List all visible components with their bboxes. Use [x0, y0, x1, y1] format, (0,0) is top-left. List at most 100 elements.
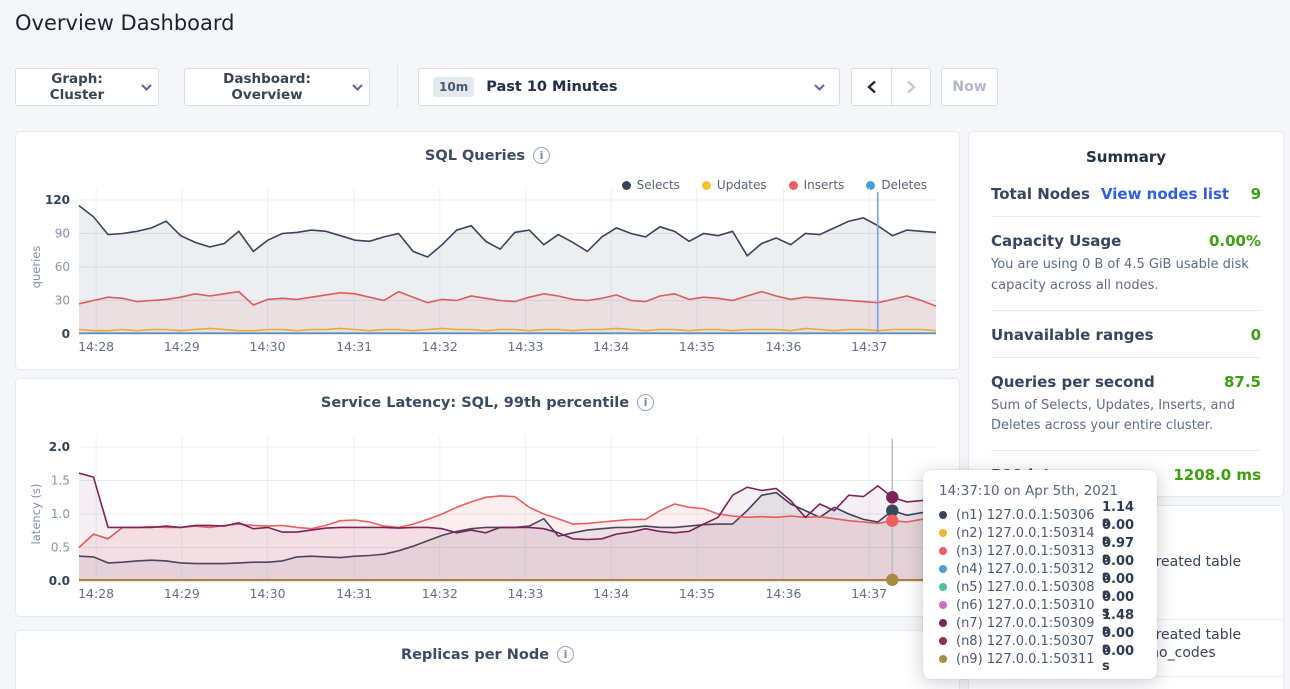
crosshair-dot-(n3) 127.0.0.1:50313	[886, 515, 898, 527]
y-tick-label: 30	[55, 294, 70, 308]
toolbar-divider	[397, 64, 398, 109]
time-range-label: Past 10 Minutes	[486, 79, 617, 95]
tooltip-node-address: (n1) 127.0.0.1:50306	[956, 508, 1102, 523]
x-tick-label: 14:36	[765, 339, 801, 354]
chevron-down-icon	[814, 84, 825, 91]
overview-dashboard-page: Overview Dashboard Graph: Cluster Dashbo…	[0, 0, 1290, 689]
time-range-badge: 10m	[433, 77, 474, 97]
tooltip-node-address: (n7) 127.0.0.1:50309	[956, 616, 1102, 631]
x-tick-label: 14:30	[250, 586, 286, 601]
x-tick-label: 14:35	[679, 586, 715, 601]
series-color-dot	[939, 601, 947, 609]
y-axis-label: queries	[29, 246, 43, 289]
y-tick-label: 0.0	[49, 574, 70, 588]
dashboard-dropdown[interactable]: Dashboard: Overview	[184, 68, 370, 106]
sql-queries-panel: SQL Queries i SelectsUpdatesInsertsDelet…	[15, 131, 960, 370]
summary-row-value: 1208.0 ms	[1173, 466, 1261, 484]
summary-row: Unavailable ranges 0	[991, 311, 1261, 358]
chevron-right-icon	[905, 80, 917, 94]
x-tick-label: 14:36	[765, 586, 801, 601]
series-color-dot	[939, 529, 947, 537]
x-tick-label: 14:28	[78, 339, 114, 354]
series-color-dot	[939, 655, 947, 663]
crosshair-dot-(n9) 127.0.0.1:50311	[886, 574, 898, 586]
tooltip-row: (n9) 127.0.0.1:503110.00 s	[939, 650, 1141, 668]
series-color-dot	[939, 637, 947, 645]
x-tick-label: 14:34	[593, 586, 629, 601]
y-tick-label: 1.0	[51, 507, 70, 521]
tooltip-node-address: (n8) 127.0.0.1:50307	[956, 634, 1102, 649]
service-latency-panel: Service Latency: SQL, 99th percentile i …	[15, 378, 960, 617]
time-next-button[interactable]	[891, 68, 931, 106]
summary-row-value: 87.5	[1224, 373, 1261, 391]
y-tick-label: 1.5	[51, 474, 70, 488]
time-range-dropdown[interactable]: 10m Past 10 Minutes	[418, 68, 840, 106]
time-shift-buttons	[851, 68, 931, 106]
chevron-down-icon	[141, 84, 152, 91]
chevron-down-icon	[352, 84, 363, 91]
series-area-Selects	[79, 206, 936, 334]
tooltip-node-address: (n9) 127.0.0.1:50311	[956, 652, 1102, 667]
series-color-dot	[939, 619, 947, 627]
info-icon[interactable]: i	[557, 646, 574, 663]
series-color-dot	[939, 565, 947, 573]
now-button[interactable]: Now	[941, 68, 998, 106]
tooltip-node-address: (n5) 127.0.0.1:50308	[956, 580, 1102, 595]
x-tick-label: 14:37	[851, 586, 887, 601]
x-tick-label: 14:33	[507, 339, 543, 354]
dashboard-dropdown-label: Dashboard: Overview	[191, 71, 343, 103]
y-tick-label: 2.0	[49, 440, 70, 454]
x-tick-label: 14:35	[679, 339, 715, 354]
view-nodes-list-link[interactable]: View nodes list	[1101, 185, 1229, 203]
summary-row: Total NodesView nodes list9	[991, 170, 1261, 217]
summary-row-label: Capacity Usage	[991, 232, 1121, 250]
chart-title-replicas-per-node: Replicas per Node	[401, 647, 549, 663]
sql-queries-chart: 030609012014:2814:2914:3014:3114:3214:33…	[16, 132, 959, 366]
summary-row-label: Unavailable ranges	[991, 326, 1154, 344]
x-tick-label: 14:33	[507, 586, 543, 601]
y-tick-label: 0.5	[51, 541, 70, 555]
summary-row-label: Queries per second	[991, 373, 1155, 391]
summary-panel: Summary Total NodesView nodes list9Capac…	[968, 131, 1284, 497]
summary-heading: Summary	[969, 132, 1283, 170]
tooltip-node-address: (n2) 127.0.0.1:50314	[956, 526, 1102, 541]
x-tick-label: 14:34	[593, 339, 629, 354]
tooltip-node-address: (n3) 127.0.0.1:50313	[956, 544, 1102, 559]
series-color-dot	[939, 547, 947, 555]
y-tick-label: 0	[62, 327, 70, 341]
page-title: Overview Dashboard	[15, 11, 234, 35]
y-axis-label: latency (s)	[29, 484, 43, 545]
tooltip-node-address: (n6) 127.0.0.1:50310	[956, 598, 1102, 613]
tooltip-node-value: 0.00 s	[1102, 644, 1141, 674]
series-color-dot	[939, 583, 947, 591]
x-tick-label: 14:31	[336, 339, 372, 354]
chevron-left-icon	[866, 80, 878, 94]
x-tick-label: 14:32	[422, 339, 458, 354]
tooltip-node-address: (n4) 127.0.0.1:50312	[956, 562, 1102, 577]
service-latency-chart: 0.00.51.01.52.014:2814:2914:3014:3114:32…	[16, 379, 959, 613]
x-tick-label: 14:29	[164, 586, 200, 601]
x-tick-label: 14:29	[164, 339, 200, 354]
summary-row-description: You are using 0 B of 4.5 GiB usable disk…	[991, 255, 1261, 297]
time-prev-button[interactable]	[851, 68, 891, 106]
y-tick-label: 120	[45, 193, 70, 207]
tooltip-rows: (n1) 127.0.0.1:503061.14 s(n2) 127.0.0.1…	[939, 506, 1141, 668]
summary-row-value: 0.00%	[1209, 232, 1261, 250]
summary-row: Queries per second 87.5 Sum of Selects, Up…	[991, 358, 1261, 452]
series-color-dot	[939, 511, 947, 519]
tooltip-timestamp: 14:37:10 on Apr 5th, 2021	[939, 483, 1141, 499]
summary-row-value: 0	[1251, 326, 1261, 344]
x-tick-label: 14:37	[851, 339, 887, 354]
x-tick-label: 14:32	[422, 586, 458, 601]
replicas-per-node-panel: Replicas per Node i	[15, 630, 960, 689]
chart-hover-tooltip: 14:37:10 on Apr 5th, 2021 (n1) 127.0.0.1…	[923, 470, 1157, 679]
x-tick-label: 14:31	[336, 586, 372, 601]
y-tick-label: 90	[55, 227, 70, 241]
x-tick-label: 14:30	[250, 339, 286, 354]
graph-dropdown-label: Graph: Cluster	[22, 71, 132, 103]
crosshair-dot-(n7) 127.0.0.1:50309	[886, 491, 898, 503]
graph-dropdown[interactable]: Graph: Cluster	[15, 68, 159, 106]
summary-row-label: Total Nodes	[991, 185, 1090, 203]
summary-row-description: Sum of Selects, Updates, Inserts, and De…	[991, 396, 1261, 438]
summary-rows: Total NodesView nodes list9Capacity Usag…	[969, 170, 1283, 497]
